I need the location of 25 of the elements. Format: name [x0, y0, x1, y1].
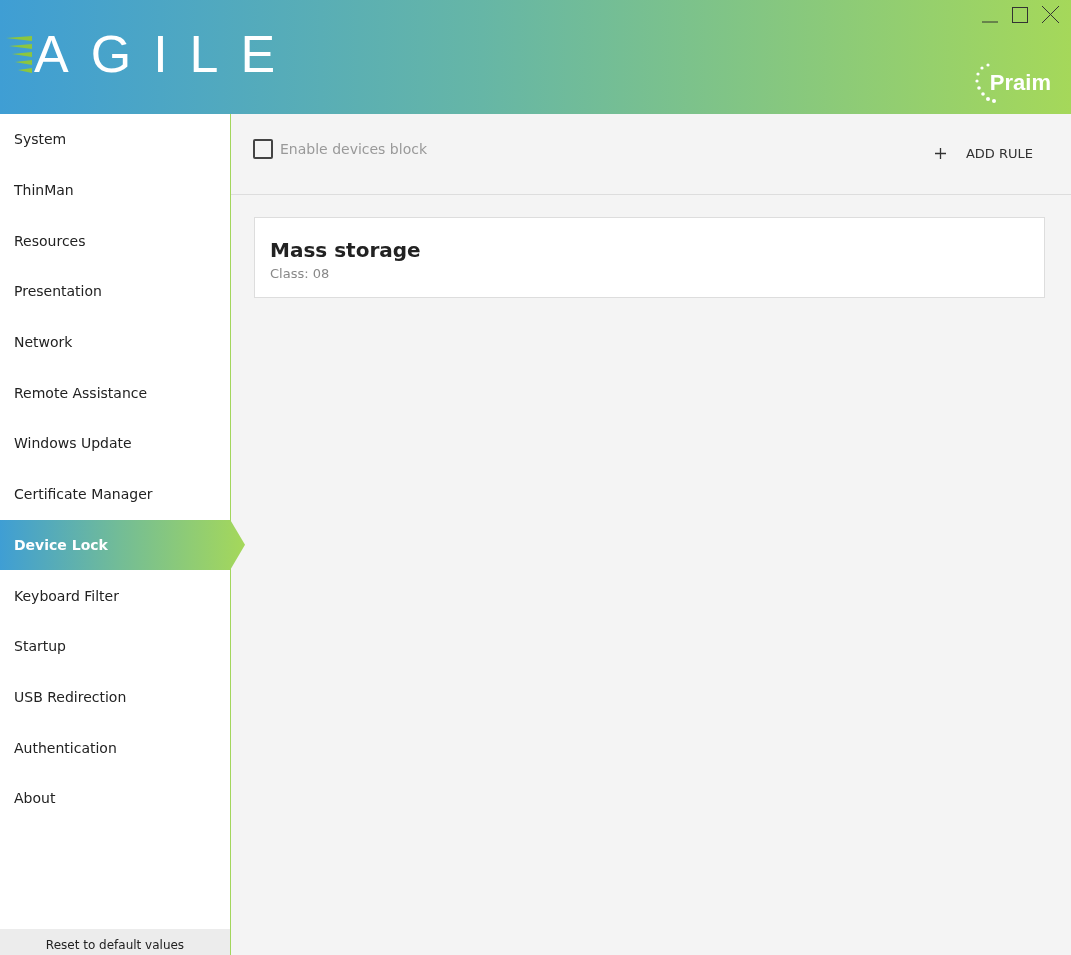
sidebar-item[interactable]: ThinMan: [0, 164, 230, 216]
sidebar-item[interactable]: USB Redirection: [0, 671, 230, 723]
rule-class: Class: 08: [270, 266, 331, 281]
plus-icon: [934, 148, 946, 159]
app-logo: AGILE: [34, 28, 298, 80]
sidebar-item[interactable]: System: [0, 114, 230, 165]
add-rule-button[interactable]: ADD RULE: [934, 146, 1033, 161]
brand-logo: Praim: [989, 70, 1051, 96]
checkbox-label: Enable devices block: [280, 141, 427, 157]
sidebar-item[interactable]: Keyboard Filter: [0, 570, 230, 621]
sidebar-item[interactable]: Authentication: [0, 722, 230, 773]
sidebar-item[interactable]: Startup: [0, 620, 230, 672]
sidebar-item[interactable]: About: [0, 772, 230, 824]
sidebar-item[interactable]: Network: [0, 316, 230, 368]
reset-button[interactable]: Reset to default values: [0, 929, 230, 955]
sidebar-item[interactable]: Presentation: [0, 266, 230, 317]
checkbox[interactable]: [253, 139, 273, 159]
sidebar-item[interactable]: Certificate Manager: [0, 468, 230, 520]
sidebar-item[interactable]: Remote Assistance: [0, 367, 230, 419]
rule-title: Mass storage: [270, 238, 422, 262]
rule-card[interactable]: Mass storage Class: 08: [254, 217, 1045, 298]
close-icon[interactable]: [1042, 6, 1059, 23]
sidebar-item[interactable]: Windows Update: [0, 418, 230, 469]
maximize-icon[interactable]: [1012, 7, 1028, 23]
sidebar-item[interactable]: Resources: [0, 215, 230, 267]
